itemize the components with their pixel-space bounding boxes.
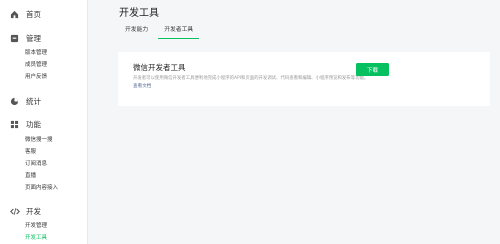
statistics-icon	[9, 96, 20, 107]
sidebar-item-wechat-search[interactable]: 微信搜一搜	[0, 134, 87, 146]
download-button[interactable]: 下载	[356, 63, 389, 76]
sidebar-item-version-management[interactable]: 版本管理	[0, 47, 87, 59]
nav-section-label: 管理	[26, 33, 41, 43]
sidebar-item-subscription-messages[interactable]: 订阅消息	[0, 158, 87, 170]
nav-section-label: 统计	[26, 96, 41, 106]
nav-section-label: 首页	[26, 9, 41, 19]
nav-section-label: 功能	[26, 119, 41, 129]
sidebar-item-live[interactable]: 直播	[0, 170, 87, 182]
nav-section-development[interactable]: 开发	[0, 203, 41, 219]
sidebar-item-page-content-access[interactable]: 页面内容接入	[0, 182, 87, 194]
sidebar-item-member-management[interactable]: 成员管理	[0, 59, 87, 71]
sidebar-item-dev-tools[interactable]: 开发工具	[0, 232, 87, 244]
home-icon	[9, 9, 20, 20]
card-title: 微信开发者工具	[133, 63, 186, 72]
tab-bar: 开发能力 开发者工具	[119, 20, 200, 39]
code-icon	[9, 206, 20, 217]
page-title: 开发工具	[119, 8, 159, 19]
view-docs-link[interactable]: 查看文档	[133, 83, 151, 89]
sidebar-item-customer-service[interactable]: 客服	[0, 146, 87, 158]
management-icon	[9, 33, 20, 44]
nav-section-home[interactable]: 首页	[0, 6, 41, 22]
tab-dev-tools[interactable]: 开发者工具	[158, 20, 200, 39]
nav-section-statistics[interactable]: 统计	[0, 93, 41, 109]
nav-section-management[interactable]: 管理	[0, 30, 41, 46]
sidebar: 首页 管理 版本管理 成员管理 用户反馈 统计 功能 微信搜一搜 客服 订阅消息…	[0, 0, 88, 244]
nav-section-features[interactable]: 功能	[0, 116, 41, 132]
devtools-card: 微信开发者工具 开发者可以使用微信开发者工具便利地完成小程序的API和页面的开发…	[118, 52, 490, 106]
nav-section-label: 开发	[26, 206, 41, 216]
main-content: 开发工具 开发能力 开发者工具 微信开发者工具 开发者可以使用微信开发者工具便利…	[87, 0, 500, 244]
sidebar-item-dev-management[interactable]: 开发管理	[0, 220, 87, 232]
tab-dev-capabilities[interactable]: 开发能力	[119, 20, 154, 39]
sidebar-item-user-feedback[interactable]: 用户反馈	[0, 71, 87, 83]
features-icon	[9, 119, 20, 130]
